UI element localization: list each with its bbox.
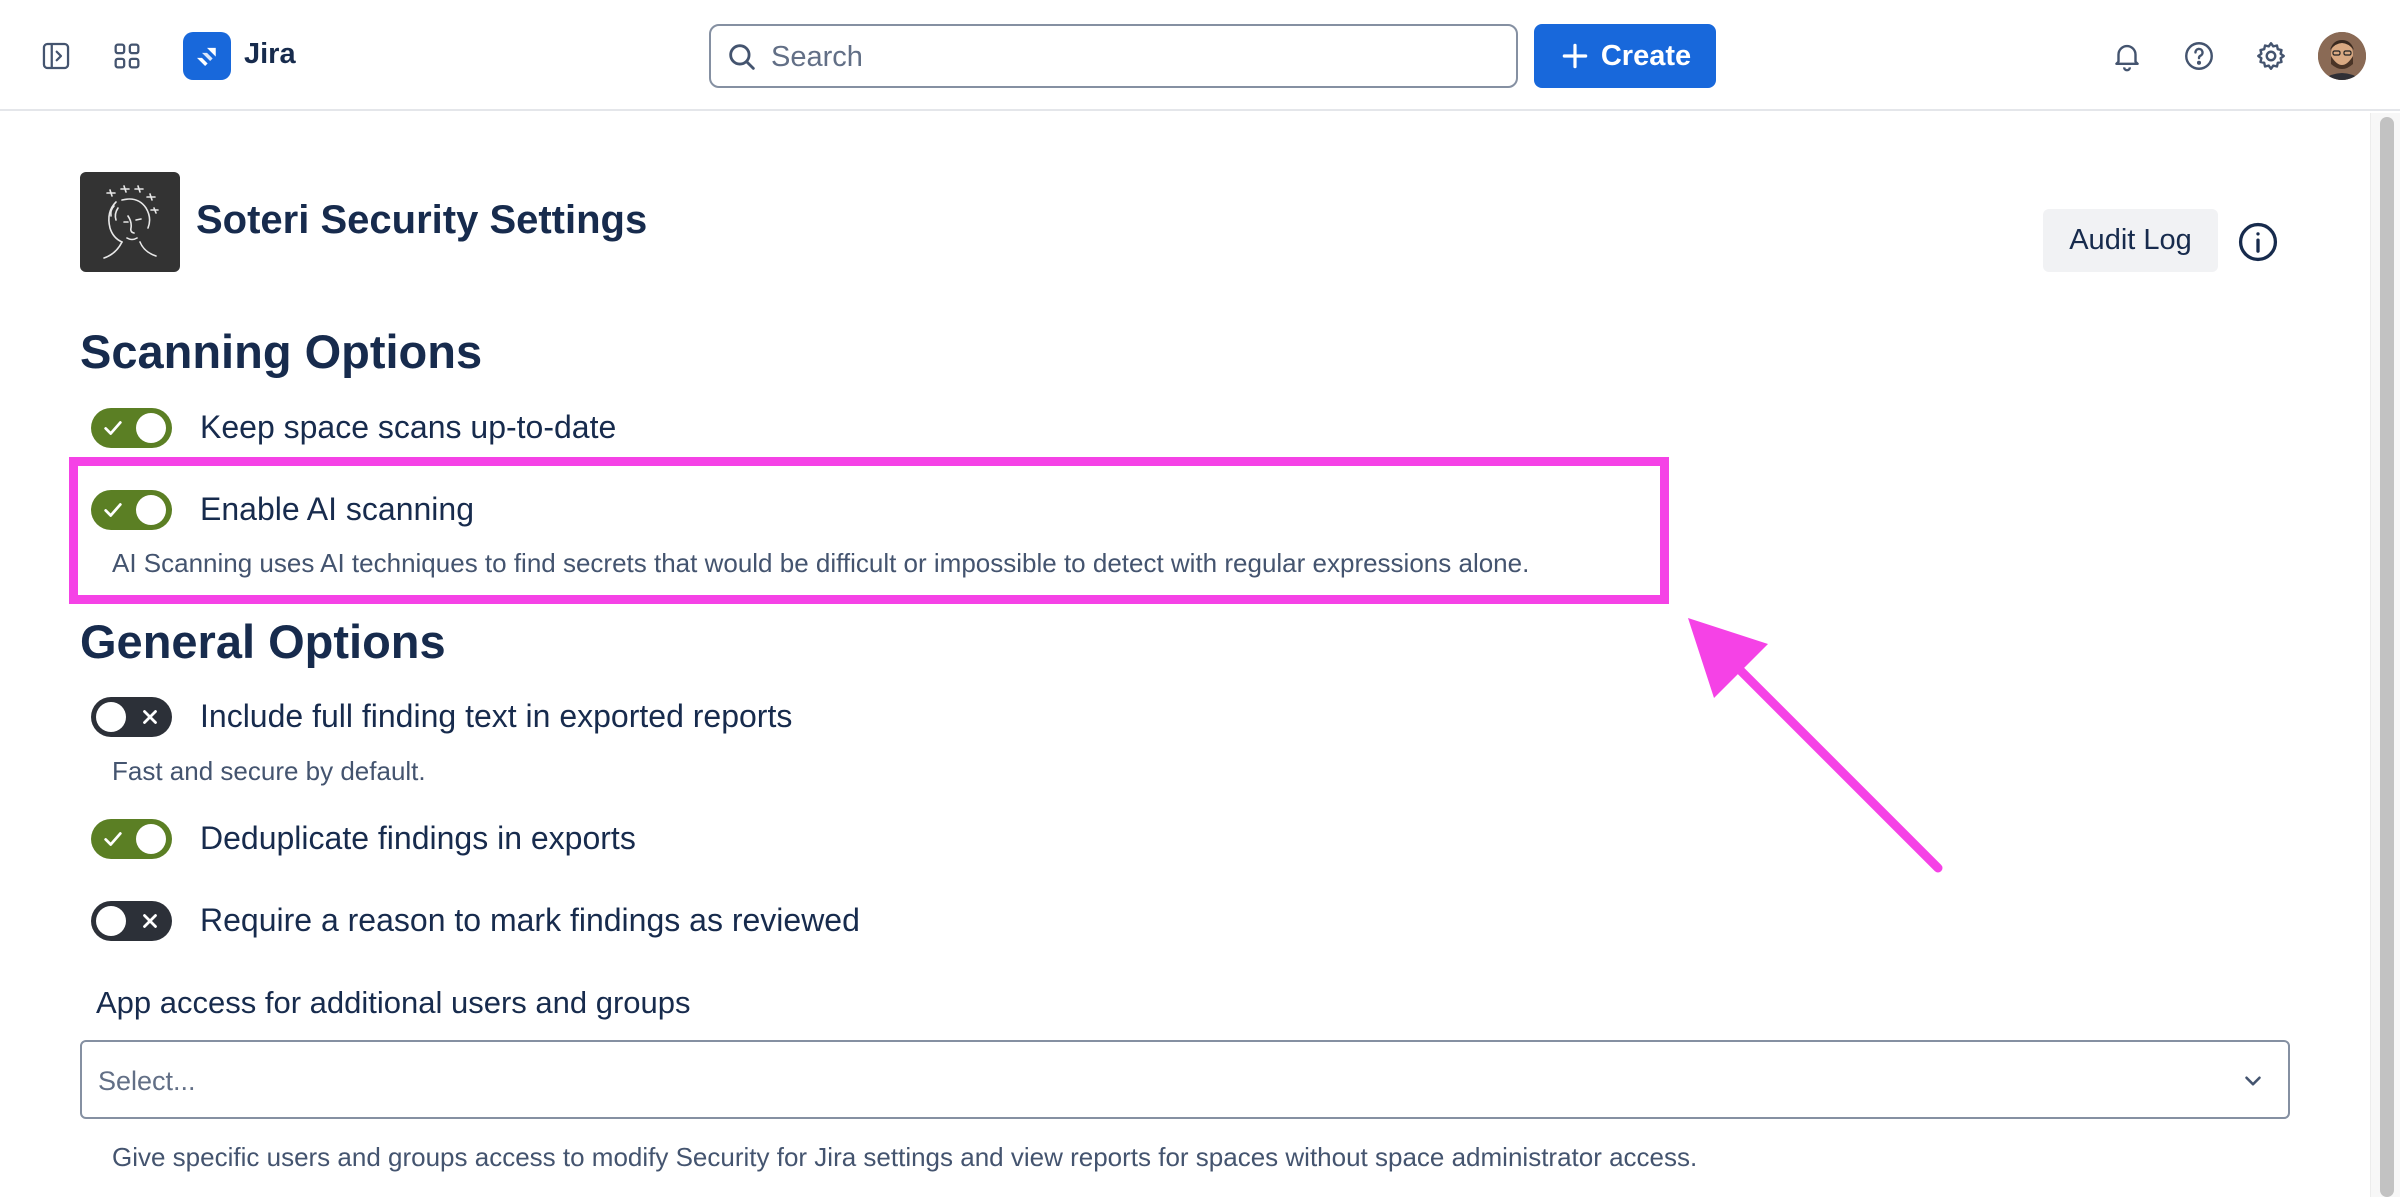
top-navigation: Jira Create bbox=[0, 0, 2400, 111]
deduplicate-findings-toggle[interactable] bbox=[91, 819, 172, 859]
page-title: Soteri Security Settings bbox=[196, 198, 648, 242]
jira-logo-icon bbox=[197, 47, 216, 66]
sidebar-toggle-icon bbox=[42, 42, 70, 70]
app-access-help-text: Give specific users and groups access to… bbox=[112, 1142, 1698, 1172]
scrollbar-thumb[interactable] bbox=[2380, 117, 2394, 1197]
check-icon bbox=[104, 421, 122, 435]
soteri-app-logo bbox=[80, 172, 180, 272]
include-full-finding-text-description: Fast and secure by default. bbox=[112, 756, 426, 786]
keep-scans-up-to-date-toggle[interactable] bbox=[91, 408, 172, 448]
app-access-label: App access for additional users and grou… bbox=[96, 985, 691, 1020]
x-icon bbox=[143, 710, 157, 724]
settings-button[interactable] bbox=[2248, 33, 2294, 79]
create-button-label: Create bbox=[1600, 39, 1692, 72]
select-placeholder: Select... bbox=[98, 1066, 196, 1096]
annotation-arrow-icon bbox=[1688, 618, 1943, 873]
bell-icon bbox=[2115, 44, 2139, 72]
notifications-button[interactable] bbox=[2104, 33, 2150, 79]
help-icon bbox=[2185, 42, 2213, 70]
app-name[interactable]: Jira bbox=[244, 38, 296, 71]
check-icon bbox=[104, 832, 122, 846]
require-review-reason-label[interactable]: Require a reason to mark findings as rev… bbox=[200, 902, 860, 939]
app-switcher-icon bbox=[114, 43, 140, 69]
toggle-knob bbox=[96, 702, 126, 732]
page-scrollbar[interactable] bbox=[2370, 113, 2400, 1197]
jira-logo[interactable] bbox=[183, 32, 231, 80]
app-access-select[interactable]: Select... bbox=[80, 1040, 2290, 1119]
soteri-logo-icon bbox=[103, 185, 159, 259]
info-button[interactable] bbox=[2236, 220, 2280, 264]
scanning-options-heading: Scanning Options bbox=[80, 325, 483, 378]
general-options-heading: General Options bbox=[80, 615, 446, 668]
search-input[interactable] bbox=[771, 34, 1491, 80]
search-icon bbox=[729, 44, 755, 70]
avatar-icon bbox=[2318, 32, 2366, 80]
info-icon bbox=[2238, 222, 2278, 262]
sidebar-toggle-button[interactable] bbox=[33, 33, 79, 79]
app-switcher-button[interactable] bbox=[104, 33, 150, 79]
toggle-knob bbox=[136, 824, 166, 854]
help-button[interactable] bbox=[2176, 33, 2222, 79]
gear-icon bbox=[2257, 42, 2285, 70]
x-icon bbox=[143, 914, 157, 928]
search-box[interactable] bbox=[709, 24, 1518, 88]
keep-scans-up-to-date-label[interactable]: Keep space scans up-to-date bbox=[200, 409, 616, 446]
user-avatar[interactable] bbox=[2318, 32, 2366, 80]
include-full-finding-text-label[interactable]: Include full finding text in exported re… bbox=[200, 698, 792, 735]
include-full-finding-text-toggle[interactable] bbox=[91, 697, 172, 737]
toggle-knob bbox=[136, 413, 166, 443]
require-review-reason-toggle[interactable] bbox=[91, 901, 172, 941]
create-button[interactable]: Create bbox=[1534, 24, 1716, 88]
audit-log-button[interactable]: Audit Log bbox=[2043, 209, 2218, 272]
deduplicate-findings-label[interactable]: Deduplicate findings in exports bbox=[200, 820, 636, 857]
plus-icon bbox=[1562, 43, 1588, 69]
chevron-down-icon bbox=[2245, 1076, 2261, 1086]
toggle-knob bbox=[96, 906, 126, 936]
annotation-highlight-box bbox=[69, 457, 1669, 604]
